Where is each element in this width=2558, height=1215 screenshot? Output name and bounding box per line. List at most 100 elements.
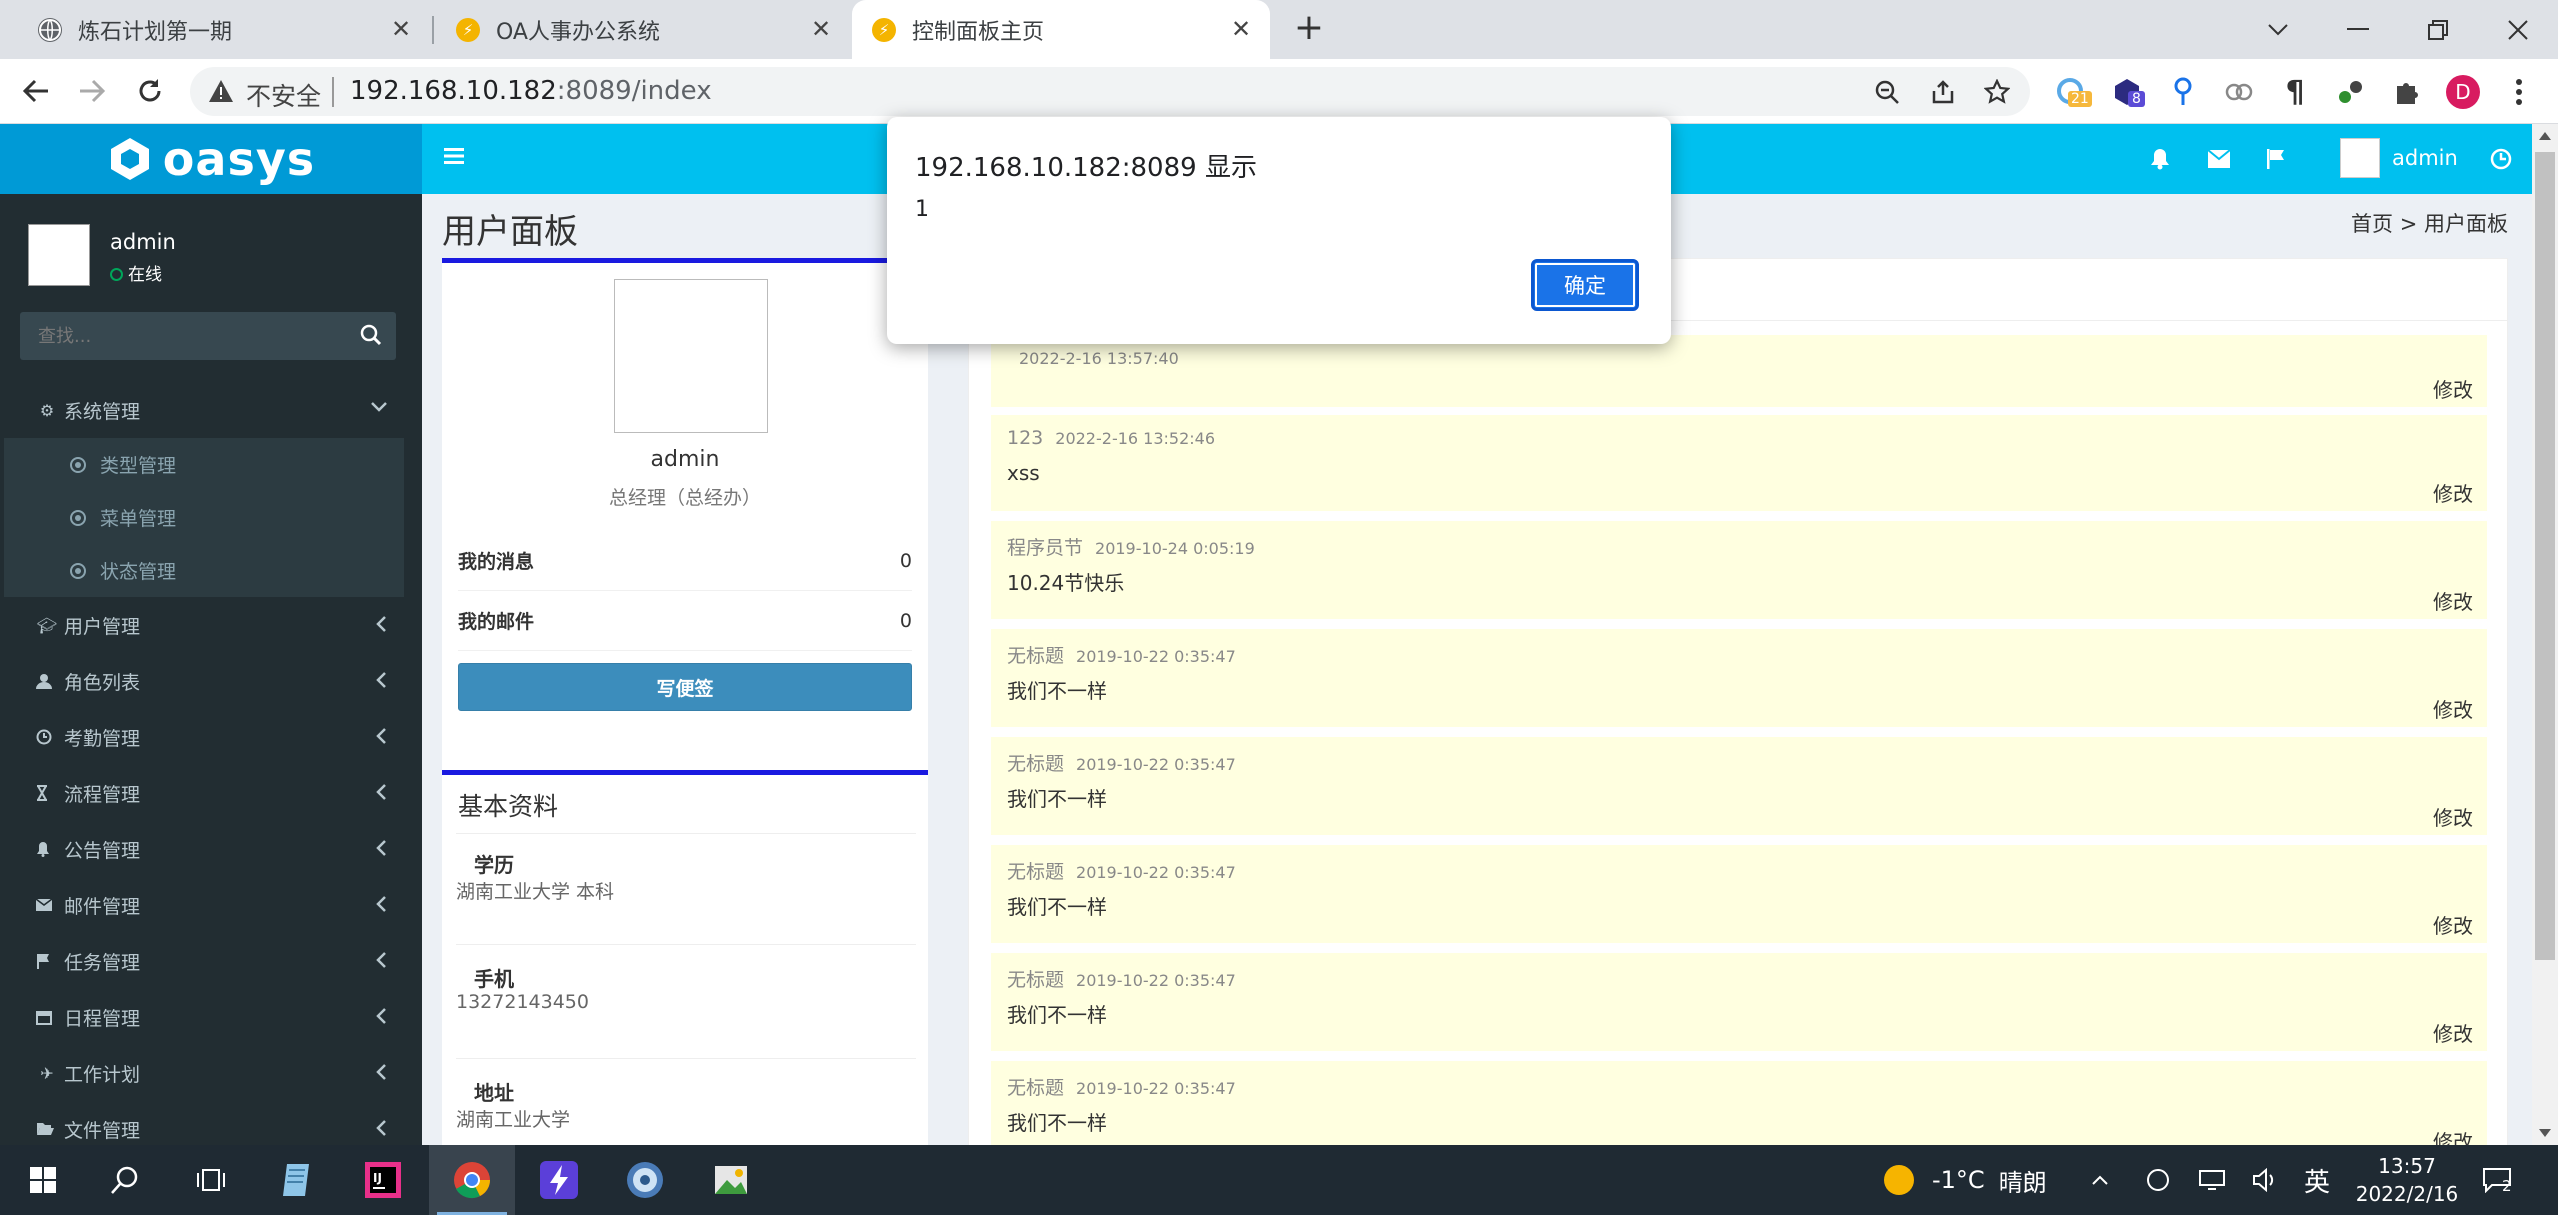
sidebar-item-mail[interactable]: 邮件管理 (0, 877, 422, 933)
sidebar-item-tasks[interactable]: 任务管理 (0, 933, 422, 989)
close-tab-icon[interactable]: ✕ (1228, 16, 1254, 42)
pilcrow-icon[interactable]: ¶ (2278, 75, 2312, 110)
share-icon[interactable] (1930, 79, 1956, 105)
insecure-label[interactable]: 不安全 (246, 77, 321, 113)
forward-arrow-icon[interactable] (74, 73, 110, 109)
tab-search-chevron-icon[interactable] (2258, 10, 2298, 50)
search-input[interactable] (20, 312, 340, 360)
flag-icon[interactable] (2266, 148, 2286, 170)
sidebar-item-system[interactable]: ⚙ 系统管理 (0, 382, 422, 438)
sidebar-item-roles[interactable]: 角色列表 (0, 653, 422, 709)
kebab-menu-icon[interactable] (2502, 75, 2536, 109)
note-edit-link[interactable]: 修改 (2433, 478, 2473, 507)
stat-messages[interactable]: 我的消息 0 (458, 531, 912, 591)
header-user-name[interactable]: admin (2392, 146, 2458, 170)
warning-triangle-icon[interactable] (208, 79, 234, 103)
note-edit-link[interactable]: 修改 (2433, 586, 2473, 615)
note-card[interactable]: 无标题 2019-10-22 0:35:47 我们不一样 修改 (991, 1061, 2487, 1145)
page-scrollbar[interactable] (2532, 124, 2558, 1145)
clock[interactable]: 13:57 2022/2/16 (2352, 1145, 2462, 1215)
note-card[interactable]: 程序员节 2019-10-24 0:05:19 10.24节快乐 修改 (991, 521, 2487, 619)
note-edit-link[interactable]: 修改 (2433, 910, 2473, 939)
ime-language-indicator[interactable]: 英 (2304, 1145, 2330, 1215)
chevron-left-icon (374, 1007, 388, 1025)
chrome-app-icon[interactable] (429, 1145, 515, 1215)
app-logo[interactable]: oasys (0, 124, 422, 194)
sidebar-item-attendance[interactable]: 考勤管理 (0, 709, 422, 765)
back-arrow-icon[interactable] (18, 73, 54, 109)
bell-icon[interactable] (2150, 148, 2170, 170)
history-clock-icon[interactable] (2490, 148, 2512, 170)
extension-spray-icon[interactable] (2334, 75, 2368, 109)
stat-mails[interactable]: 我的邮件 0 (458, 591, 912, 651)
reload-icon[interactable] (132, 73, 168, 109)
submenu-item-type[interactable]: 类型管理 (4, 438, 404, 491)
note-card[interactable]: 无标题 2019-10-22 0:35:47 我们不一样 修改 (991, 737, 2487, 835)
browser-tab-1[interactable]: 炼石计划第一期 ✕ (20, 0, 430, 59)
new-tab-button[interactable]: + (1292, 10, 1326, 46)
scrollbar-thumb[interactable] (2535, 152, 2555, 960)
extension-cube-icon[interactable]: 8 (2110, 75, 2145, 109)
envelope-icon[interactable] (2208, 150, 2230, 168)
note-card[interactable]: 2022-2-16 13:57:40 修改 (991, 335, 2487, 407)
note-edit-link[interactable]: 修改 (2433, 1018, 2473, 1047)
puzzle-extensions-icon[interactable] (2390, 75, 2424, 109)
task-view-icon[interactable] (168, 1145, 254, 1215)
close-tab-icon[interactable]: ✕ (388, 16, 414, 42)
profile-avatar-button[interactable]: D (2446, 75, 2480, 109)
scroll-up-arrow-icon[interactable] (2539, 132, 2551, 140)
hamburger-menu-icon[interactable] (444, 146, 464, 166)
sidebar-item-notice[interactable]: 公告管理 (0, 821, 422, 877)
close-tab-icon[interactable]: ✕ (808, 16, 834, 42)
note-edit-link[interactable]: 修改 (2433, 1126, 2473, 1145)
submenu-item-status[interactable]: 状态管理 (4, 544, 404, 597)
note-card[interactable]: 123 2022-2-16 13:52:46 xss 修改 (991, 415, 2487, 511)
notepad-app-icon[interactable] (254, 1145, 340, 1215)
volume-icon[interactable] (2252, 1145, 2278, 1215)
sidebar-item-workplan[interactable]: ✈ 工作计划 (0, 1045, 422, 1101)
alert-dialog: 192.168.10.182:8089 显示 1 确定 (887, 117, 1671, 344)
note-edit-link[interactable]: 修改 (2433, 694, 2473, 723)
url-text[interactable]: 192.168.10.182:8089/index (350, 76, 712, 106)
weather-widget[interactable]: -1°C 晴朗 (1884, 1145, 2047, 1215)
sidebar-item-files[interactable]: 文件管理 (0, 1101, 422, 1145)
sidebar-item-users[interactable]: 🎓︎ 用户管理 (0, 597, 422, 653)
close-window-button[interactable] (2498, 10, 2538, 50)
svg-text:IJ: IJ (373, 1171, 382, 1185)
extension-c-icon[interactable]: 21 (2054, 75, 2092, 109)
star-bookmark-icon[interactable] (1984, 79, 2010, 105)
note-edit-link[interactable]: 修改 (2433, 374, 2473, 403)
browser-tab-3[interactable]: ⚡ 控制面板主页 ✕ (852, 0, 1270, 59)
note-card[interactable]: 无标题 2019-10-22 0:35:47 我们不一样 修改 (991, 845, 2487, 943)
write-note-button[interactable]: 写便签 (458, 663, 912, 711)
header-avatar[interactable] (2340, 138, 2380, 178)
sidebar-item-process[interactable]: 流程管理 (0, 765, 422, 821)
image-editor-app-icon[interactable] (688, 1145, 774, 1215)
restore-button[interactable] (2418, 10, 2458, 50)
location-pin-icon[interactable] (2166, 75, 2200, 109)
search-icon[interactable] (360, 324, 382, 346)
chevron-down-icon (370, 400, 388, 414)
intellij-app-icon[interactable]: IJ (340, 1145, 426, 1215)
circle-status-icon[interactable] (2146, 1145, 2170, 1215)
address-bar[interactable]: 不安全 192.168.10.182:8089/index (190, 67, 2030, 116)
note-edit-link[interactable]: 修改 (2433, 802, 2473, 831)
scroll-down-arrow-icon[interactable] (2539, 1129, 2551, 1137)
minimize-button[interactable] (2338, 10, 2378, 50)
ok-button[interactable]: 确定 (1531, 259, 1639, 311)
search-icon[interactable] (82, 1145, 168, 1215)
browser-tab-2[interactable]: ⚡ OA人事办公系统 ✕ (436, 0, 850, 59)
start-windows-icon[interactable] (0, 1145, 86, 1215)
submenu-item-menu[interactable]: 菜单管理 (4, 491, 404, 544)
browser-globe-app-icon[interactable] (602, 1145, 688, 1215)
note-card[interactable]: 无标题 2019-10-22 0:35:47 我们不一样 修改 (991, 629, 2487, 727)
extension-link-icon[interactable] (2222, 75, 2256, 109)
chevron-up-icon[interactable] (2092, 1145, 2108, 1215)
note-card[interactable]: 无标题 2019-10-22 0:35:47 我们不一样 修改 (991, 953, 2487, 1051)
network-icon[interactable] (2198, 1145, 2226, 1215)
breadcrumb[interactable]: 首页 > 用户面板 (2351, 208, 2508, 238)
notification-center-icon[interactable]: 2 (2482, 1145, 2512, 1215)
zoom-out-icon[interactable] (1874, 79, 1900, 105)
sidebar-item-schedule[interactable]: 日程管理 (0, 989, 422, 1045)
bolt-app-icon[interactable] (516, 1145, 602, 1215)
